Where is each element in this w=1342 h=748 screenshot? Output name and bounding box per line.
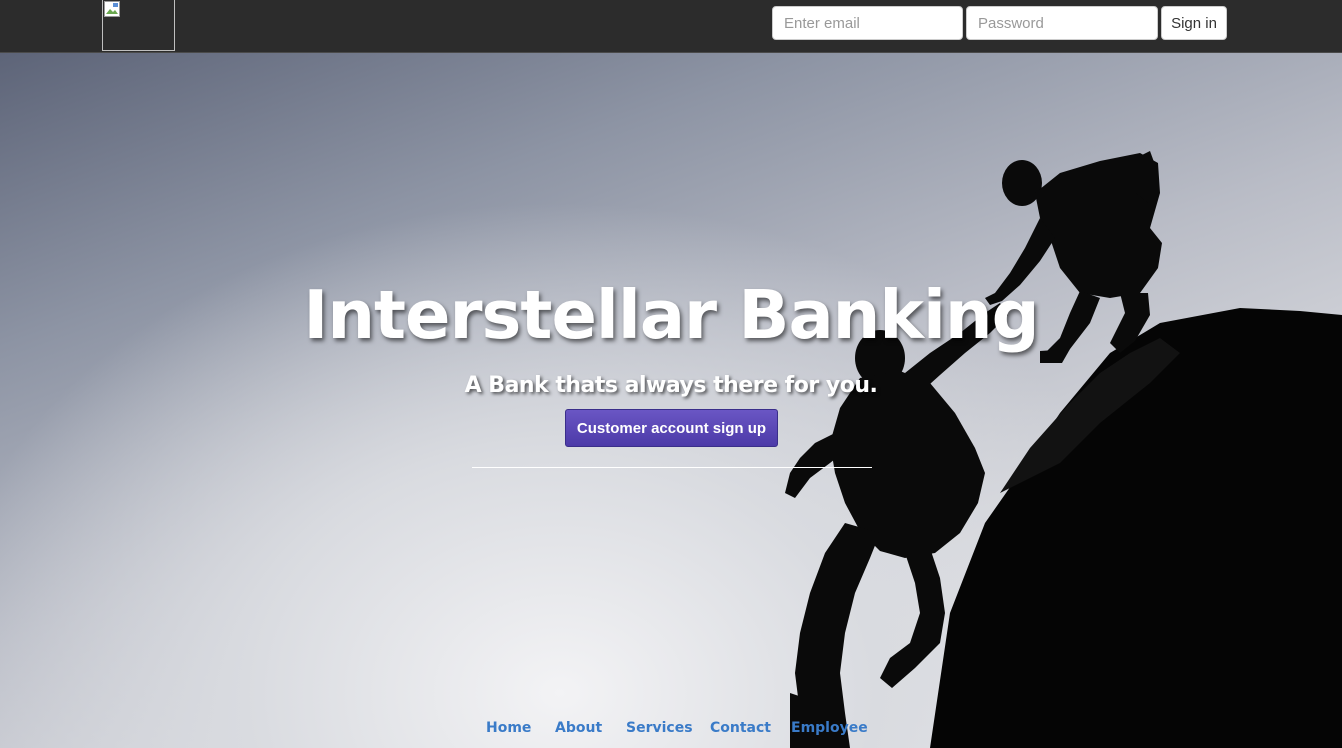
hero-divider <box>472 467 872 468</box>
nav-link-services[interactable]: Services <box>626 717 693 739</box>
hero-subtitle: A Bank thats always there for you. <box>464 373 878 398</box>
signin-button[interactable]: Sign in <box>1161 6 1227 40</box>
hero-section: Interstellar Banking A Bank thats always… <box>0 53 1342 748</box>
nav-link-home[interactable]: Home <box>486 717 531 739</box>
broken-image-icon <box>104 1 120 17</box>
email-input[interactable] <box>772 6 963 40</box>
top-navbar: Sign in <box>0 0 1342 53</box>
landing-page: Sign in <box>0 0 1342 748</box>
logo-link[interactable] <box>102 0 175 51</box>
bottom-nav: Home About Services Contact Employee <box>0 717 1342 741</box>
password-input[interactable] <box>966 6 1158 40</box>
nav-link-contact[interactable]: Contact <box>710 717 771 739</box>
customer-signup-button[interactable]: Customer account sign up <box>565 409 778 447</box>
nav-link-employee[interactable]: Employee <box>791 717 868 739</box>
hero-title: Interstellar Banking <box>303 276 1039 354</box>
nav-link-about[interactable]: About <box>555 717 602 739</box>
